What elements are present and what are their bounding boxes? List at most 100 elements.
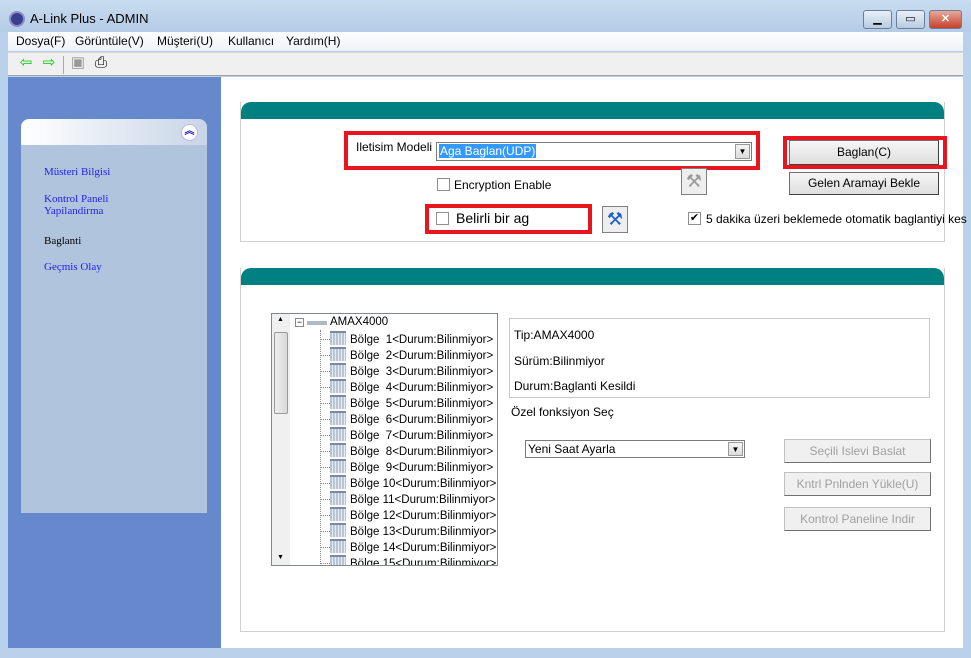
zone-icon <box>330 507 346 521</box>
zone-icon <box>330 443 346 457</box>
specific-network-label: Belirli bir ag <box>456 210 530 226</box>
download-to-panel-button[interactable]: Kontrol Paneline Indir <box>784 507 931 531</box>
scroll-down-icon[interactable]: ▼ <box>277 554 284 561</box>
save-icon[interactable]: ▣ <box>69 55 87 71</box>
toolbar-divider <box>63 56 64 74</box>
function-label: Özel fonksiyon Seç <box>511 405 614 419</box>
tree-zone-item[interactable]: Bölge 6<Durum:Bilinmiyor> <box>321 411 494 427</box>
tree-zone-item[interactable]: Bölge 12<Durum:Bilinmiyor> <box>321 507 496 523</box>
tree-line <box>321 451 330 452</box>
minimize-button[interactable]: ▁ <box>863 10 892 29</box>
function-value: Yeni Saat Ayarla <box>528 442 616 456</box>
tree-zone-item[interactable]: Bölge 11<Durum:Bilinmiyor> <box>321 491 496 507</box>
zone-icon <box>330 379 346 393</box>
collapse-tree-icon[interactable]: − <box>295 318 304 327</box>
tree-zone-item[interactable]: Bölge 10<Durum:Bilinmiyor> <box>321 475 497 491</box>
scroll-thumb[interactable] <box>274 332 288 414</box>
collapse-chevron-icon[interactable]: ︽ <box>181 124 198 141</box>
zone-label: Bölge 7<Durum:Bilinmiyor> <box>350 430 494 442</box>
zone-label: Bölge 10<Durum:Bilinmiyor> <box>350 478 497 490</box>
function-combo[interactable]: Yeni Saat Ayarla ▼ <box>525 440 745 458</box>
info-version: Sürüm:Bilinmiyor <box>514 354 605 368</box>
encryption-label: Encryption Enable <box>454 178 552 192</box>
zone-label: Bölge 14<Durum:Bilinmiyor> <box>350 542 497 554</box>
print-icon[interactable]: ⎙ <box>92 55 110 71</box>
menu-yardim[interactable]: Yardım(H) <box>286 34 340 48</box>
zone-label: Bölge 13<Durum:Bilinmiyor> <box>350 526 497 538</box>
model-value: Aga Baglan(UDP) <box>439 144 537 158</box>
zone-icon <box>330 539 346 553</box>
chevron-down-icon[interactable]: ▼ <box>728 442 743 456</box>
zone-label: Bölge 2<Durum:Bilinmiyor> <box>350 350 494 362</box>
wait-incoming-button[interactable]: Gelen Aramayi Bekle <box>789 172 939 195</box>
tree-scrollbar[interactable]: ▲ ▼ <box>272 314 290 565</box>
start-function-button[interactable]: Seçili Islevi Baslat <box>784 439 931 463</box>
tree-line <box>321 403 330 404</box>
forward-arrow-icon[interactable]: ⇨ <box>40 55 58 71</box>
zone-icon <box>330 411 346 425</box>
menu-kullanici[interactable]: Kullanıcı <box>228 34 274 48</box>
tree-line <box>321 547 330 548</box>
zone-icon <box>330 475 346 489</box>
tree-line <box>321 515 330 516</box>
zone-label: Bölge 15<Durum:Bilinmiyor> <box>350 558 497 566</box>
zone-icon <box>330 523 346 537</box>
hammer-icon: ⚒ <box>681 168 707 195</box>
tree-line <box>321 531 330 532</box>
chevron-down-icon[interactable]: ▼ <box>735 144 750 159</box>
tree-zone-item[interactable]: Bölge 15<Durum:Bilinmiyor> <box>321 555 497 566</box>
tree-root[interactable]: AMAX4000 <box>330 316 388 328</box>
scroll-up-icon[interactable]: ▲ <box>277 316 284 323</box>
specific-network-checkbox[interactable] <box>436 212 449 225</box>
zone-label: Bölge 6<Durum:Bilinmiyor> <box>350 414 494 426</box>
sidebar-item-kontrol-paneli[interactable]: Kontrol Paneli Yapilandirma <box>44 193 134 217</box>
tree-zone-item[interactable]: Bölge 1<Durum:Bilinmiyor> <box>321 331 494 347</box>
menu-dosya[interactable]: Dosya(F) <box>16 34 65 48</box>
connect-button[interactable]: Baglan(C) <box>789 140 939 165</box>
network-settings-hammer-icon[interactable]: ⚒ <box>602 206 628 233</box>
sidebar-item-gecmis-olay[interactable]: Geçmis Olay <box>44 261 102 273</box>
zone-label: Bölge 5<Durum:Bilinmiyor> <box>350 398 494 410</box>
tree-zone-item[interactable]: Bölge 4<Durum:Bilinmiyor> <box>321 379 493 395</box>
zone-icon <box>330 427 346 441</box>
upload-from-panel-button[interactable]: Kntrl Pnlnden Yükle(U) <box>784 472 931 496</box>
tree-zone-item[interactable]: Bölge 3<Durum:Bilinmiyor> <box>321 363 493 379</box>
maximize-button[interactable]: ▭ <box>896 10 925 29</box>
tree-zone-item[interactable]: Bölge 13<Durum:Bilinmiyor> <box>321 523 497 539</box>
model-combo[interactable]: Aga Baglan(UDP) ▼ <box>436 142 752 161</box>
auto-disconnect-label: 5 dakika üzeri beklemede otomatik baglan… <box>706 212 967 226</box>
sidebar-item-musteri-bilgisi[interactable]: Müsteri Bilgisi <box>44 166 110 178</box>
zone-icon <box>330 331 346 345</box>
info-type: Tip:AMAX4000 <box>514 328 595 342</box>
window-title: A-Link Plus - ADMIN <box>30 11 149 26</box>
menu-bar <box>8 32 963 51</box>
tree-zone-item[interactable]: Bölge 8<Durum:Bilinmiyor> <box>321 443 493 459</box>
panel-icon <box>307 321 327 325</box>
app-logo-icon <box>9 11 25 27</box>
tree-zone-item[interactable]: Bölge 5<Durum:Bilinmiyor> <box>321 395 494 411</box>
tree-zone-item[interactable]: Bölge 2<Durum:Bilinmiyor> <box>321 347 494 363</box>
back-arrow-icon[interactable]: ⇦ <box>17 55 35 71</box>
zone-icon <box>330 347 346 361</box>
menu-musteri[interactable]: Müşteri(U) <box>157 34 213 48</box>
tree-line <box>321 371 330 372</box>
tree-line <box>321 419 330 420</box>
zone-label: Bölge 1<Durum:Bilinmiyor> <box>350 334 494 346</box>
auto-disconnect-checkbox[interactable]: ✔ <box>688 212 701 225</box>
zone-tree[interactable]: ▲ ▼ − AMAX4000 Bölge 1<Durum:Bilinmiyor>… <box>271 313 498 566</box>
tree-line <box>321 339 330 340</box>
nav-card-header <box>21 119 207 145</box>
tree-zone-item[interactable]: Bölge 9<Durum:Bilinmiyor> <box>321 459 493 475</box>
menu-goruntule[interactable]: Görüntüle(V) <box>75 34 144 48</box>
zone-icon <box>330 459 346 473</box>
tree-zone-item[interactable]: Bölge 7<Durum:Bilinmiyor> <box>321 427 494 443</box>
close-button[interactable]: ✕ <box>929 10 962 29</box>
tree-zone-item[interactable]: Bölge 14<Durum:Bilinmiyor> <box>321 539 497 555</box>
encryption-checkbox[interactable] <box>437 178 450 191</box>
tree-line <box>321 563 330 564</box>
tree-line <box>321 387 330 388</box>
tree-line <box>321 355 330 356</box>
sidebar-item-baglanti[interactable]: Baglanti <box>44 235 81 247</box>
zone-icon <box>330 555 346 565</box>
zone-icon <box>330 395 346 409</box>
